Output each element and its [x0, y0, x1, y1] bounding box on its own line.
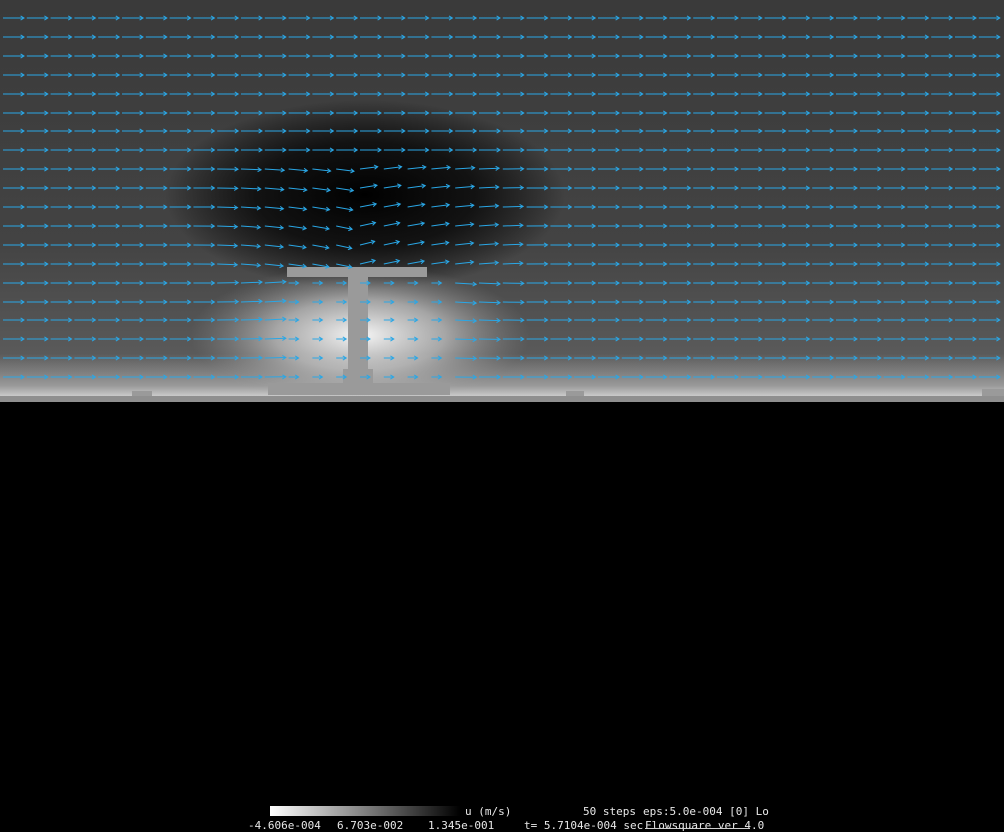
status-bar: u (m/s) -4.606e-004 6.703e-002 1.345e-00…: [0, 402, 1004, 432]
obstacle-base: [268, 383, 450, 395]
velocity-vector: [241, 319, 262, 320]
colorbar-mid-label: 6.703e-002: [337, 820, 403, 832]
velocity-vector: [241, 301, 262, 302]
colorbar-max-label: 1.345e-001: [428, 820, 494, 832]
obstacle-stem: [348, 277, 368, 369]
velocity-vector: [503, 225, 523, 226]
velocity-vector: [503, 206, 523, 207]
low-velocity-wake: [165, 100, 565, 290]
colorbar-quantity-label: u (m/s): [465, 806, 511, 818]
ground-step-far-right: [982, 389, 1004, 397]
velocity-vector: [479, 320, 500, 321]
version-underline: [645, 828, 750, 829]
version-label: Flowsquare ver 4.0: [645, 820, 764, 832]
velocity-vector: [265, 358, 286, 359]
velocity-vector: [217, 226, 237, 227]
obstacle-top-plate: [287, 267, 427, 277]
eps-status: eps:5.0e-004 [0] Lo: [643, 806, 769, 818]
velocity-vector: [265, 338, 286, 339]
step-count: 50 steps: [583, 806, 636, 818]
velocity-vector: [479, 302, 500, 303]
simulation-time: t= 5.7104e-004 sec: [524, 820, 643, 832]
velocity-vector: [217, 207, 237, 208]
velocity-vector: [455, 358, 476, 359]
flow-field-canvas: [0, 0, 1004, 402]
colorbar-min-label: -4.606e-004: [248, 820, 321, 832]
velocity-vector: [455, 339, 476, 340]
colorbar: [270, 806, 460, 816]
